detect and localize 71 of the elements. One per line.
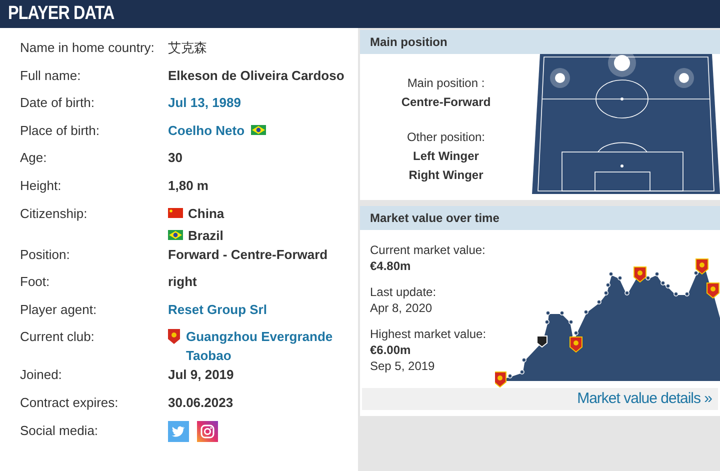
card-title: Market value over time [370, 210, 500, 227]
value-label: Highest market value: [370, 326, 488, 342]
field-value: Jul 9, 2019 [168, 367, 234, 382]
data-point [604, 290, 608, 296]
club-link[interactable]: Guangzhou Evergrande Taobao [186, 327, 353, 366]
data-point [674, 292, 678, 296]
field-value: 艾克森 [168, 40, 207, 55]
section-title: PLAYER DATA [8, 2, 114, 26]
data-point [606, 282, 610, 288]
data-point [508, 374, 512, 378]
data-point [522, 358, 526, 362]
current-value: €4.80m [370, 258, 412, 274]
field-value: right [168, 274, 197, 290]
field-label: Joined: [20, 366, 63, 384]
data-point [560, 310, 564, 316]
field-label: Name in home country: [20, 39, 156, 57]
field-label: Position: [20, 246, 71, 264]
field-label: Age: [20, 149, 48, 168]
flag-icon [168, 208, 183, 218]
field-value: 30.06.2023 [168, 394, 234, 410]
field-link[interactable]: Reset Group Srl [168, 302, 267, 317]
field-label: Height: [20, 176, 62, 195]
data-point [544, 320, 550, 324]
data-point [618, 276, 622, 280]
data-point [624, 290, 630, 296]
position-label: Other position: [406, 129, 486, 146]
field-label: Social media: [20, 422, 100, 440]
position-value: Left Winger [413, 148, 479, 165]
update-date: Apr 8, 2020 [370, 300, 434, 316]
field-link[interactable]: Coelho Neto [168, 120, 245, 140]
position-value: Right Winger [408, 167, 484, 184]
country-name: China [188, 204, 224, 223]
club-crest-icon [168, 329, 180, 344]
card-title: Main position [370, 34, 448, 51]
field-link[interactable]: Jul 13, 1989 [168, 95, 241, 110]
field-value: 30 [168, 150, 182, 166]
flag-icon [168, 230, 183, 240]
position-value: Centre-Forward [401, 94, 491, 111]
highest-value: €6.00m [370, 342, 412, 358]
data-point [646, 276, 650, 280]
position-label: Main position : [407, 75, 485, 92]
data-point [694, 270, 698, 276]
country-name: Brazil [188, 226, 224, 245]
value-label: Last update: [370, 284, 438, 300]
data-point [654, 272, 660, 276]
flag-icon [250, 125, 266, 136]
data-point [684, 292, 690, 296]
highest-date: Sep 5, 2019 [370, 358, 436, 374]
field-label: Player agent: [20, 300, 98, 319]
data-point [520, 370, 524, 374]
field-label: Place of birth: [20, 122, 100, 140]
data-point [608, 272, 614, 276]
club-crest-icon [706, 282, 720, 299]
club-crest-icon [495, 372, 506, 388]
field-label: Current club: [20, 328, 96, 346]
field-label: Date of birth: [20, 94, 96, 112]
data-point [574, 330, 578, 336]
field-label: Contract expires: [20, 394, 120, 412]
data-point [596, 300, 602, 304]
data-point [568, 320, 574, 324]
data-point [546, 310, 550, 316]
details-link[interactable]: Market value details » [577, 388, 712, 410]
field-label: Citizenship: [20, 204, 88, 223]
field-label: Foot: [20, 273, 51, 292]
value-label: Current market value: [370, 242, 486, 258]
data-point [584, 310, 588, 314]
instagram-camera-icon[interactable] [197, 420, 218, 442]
field-label: Full name: [20, 66, 82, 85]
field-value: 1,80 m [168, 178, 208, 193]
field-value: Forward - Centre-Forward [168, 246, 328, 262]
field-value: Elkeson de Oliveira Cardoso [168, 68, 344, 83]
